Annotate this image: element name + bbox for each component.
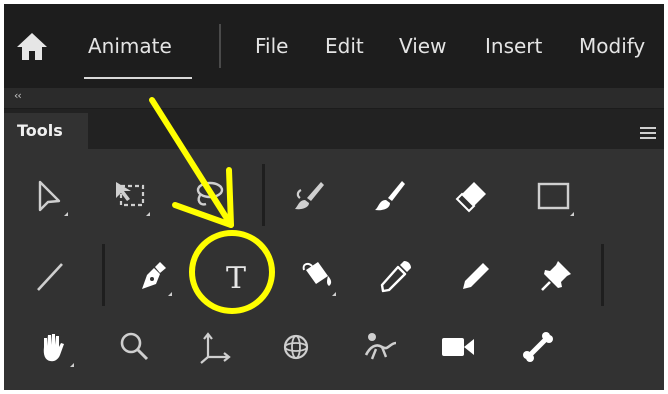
zoom-tool-icon <box>120 332 149 361</box>
flyout-indicator <box>70 363 74 367</box>
menu-view[interactable]: View <box>399 4 446 88</box>
animate-window: Animate File Edit View Insert Modify ‹‹ … <box>4 4 664 390</box>
eraser-tool[interactable] <box>450 174 494 218</box>
paint-bucket-tool[interactable] <box>294 254 338 298</box>
pencil-tool[interactable] <box>454 254 498 298</box>
hamburger-menu-icon <box>640 127 656 139</box>
panel-collapse-bar[interactable]: ‹‹ <box>4 88 664 109</box>
camera-tool[interactable] <box>436 325 480 369</box>
free-transform-tool[interactable] <box>108 174 152 218</box>
flyout-indicator <box>64 212 68 216</box>
hand-tool[interactable] <box>32 325 76 369</box>
flyout-indicator <box>168 292 172 296</box>
eyedropper-tool[interactable] <box>374 254 418 298</box>
3d-rotation-tool-icon <box>283 334 309 360</box>
bone-axis-tool[interactable] <box>192 325 236 369</box>
line-tool[interactable] <box>28 254 72 298</box>
bone-axis-tool-icon <box>200 332 231 364</box>
menu-modify[interactable]: Modify <box>579 4 645 88</box>
flyout-indicator <box>146 212 150 216</box>
brush-tool-icon <box>375 181 405 211</box>
puppet-warp-tool[interactable] <box>358 325 402 369</box>
camera-tool-icon <box>442 338 474 356</box>
rectangle-tool[interactable] <box>532 174 576 218</box>
app-name[interactable]: Animate <box>88 4 172 88</box>
topbar-divider <box>219 24 221 68</box>
pin-tool[interactable] <box>534 254 578 298</box>
pen-tool[interactable] <box>130 254 174 298</box>
pin-tool-icon <box>541 261 571 291</box>
eraser-tool-icon <box>455 182 486 213</box>
selection-tool[interactable] <box>26 174 70 218</box>
panel-tab-bar: Tools <box>4 109 664 149</box>
bone-tool[interactable] <box>516 325 560 369</box>
home-icon <box>17 33 47 60</box>
tab-tools[interactable]: Tools <box>4 113 88 149</box>
paint-brush-tool[interactable] <box>287 174 331 218</box>
tools-divider <box>262 164 265 226</box>
tools-divider <box>601 244 604 306</box>
eyedropper-tool-icon <box>380 261 411 293</box>
pencil-tool-icon <box>463 263 489 289</box>
puppet-warp-tool-icon <box>364 333 397 360</box>
lasso-tool[interactable] <box>188 174 232 218</box>
text-tool[interactable]: T <box>214 254 258 298</box>
menu-edit[interactable]: Edit <box>325 4 364 88</box>
bone-tool-icon <box>523 332 553 362</box>
menu-file[interactable]: File <box>255 4 288 88</box>
flyout-indicator <box>332 292 336 296</box>
svg-text:T: T <box>226 261 246 296</box>
brush-tool[interactable] <box>367 174 411 218</box>
panel-menu-button[interactable] <box>640 124 656 139</box>
top-menu-bar: Animate File Edit View Insert Modify <box>4 4 664 88</box>
paint-brush-tool-icon <box>295 182 324 210</box>
tools-divider <box>102 244 105 306</box>
flyout-indicator <box>226 212 230 216</box>
collapse-chevron-icon[interactable]: ‹‹ <box>14 89 22 102</box>
home-button[interactable] <box>14 30 50 62</box>
app-name-underline <box>84 77 192 79</box>
line-tool-icon <box>37 263 63 291</box>
3d-rotation-tool[interactable] <box>274 325 318 369</box>
menu-insert[interactable]: Insert <box>485 4 542 88</box>
text-tool-icon: T <box>226 261 246 296</box>
zoom-tool[interactable] <box>112 325 156 369</box>
flyout-indicator <box>570 212 574 216</box>
